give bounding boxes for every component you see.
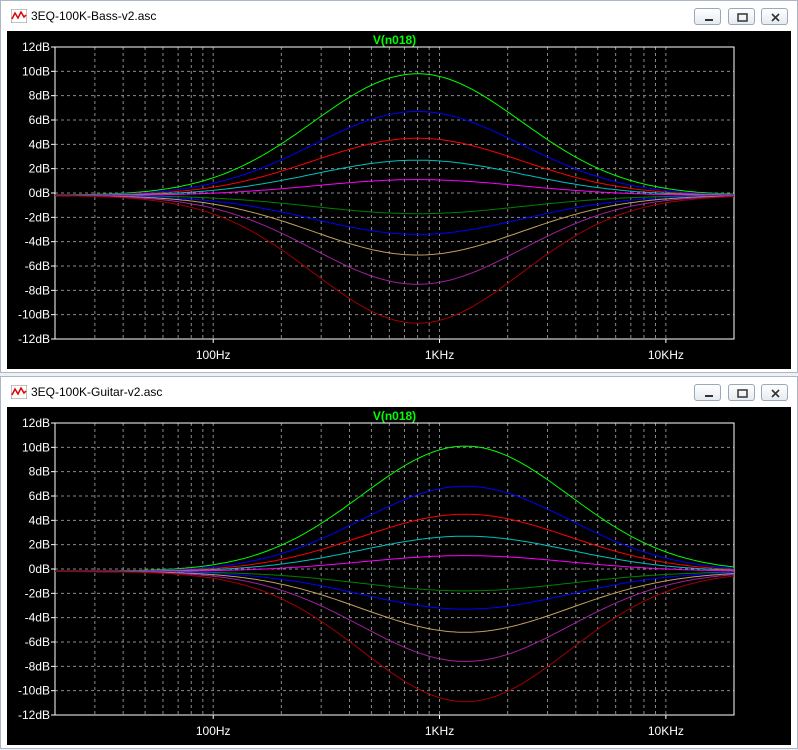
chart-title: V(n018) [373, 409, 416, 423]
x-tick-label: 100Hz [196, 348, 231, 362]
x-tick-label: 100Hz [196, 724, 231, 738]
frequency-response-chart: V(n018) 12dB 10dB 8dB 6dB 4dB 2dB 0dB -2dB -4dB -6… [18, 33, 735, 362]
series-line [54, 195, 735, 324]
restore-button[interactable] [728, 8, 755, 25]
series-line [55, 137, 735, 196]
y-tick-label: -6dB [25, 259, 50, 273]
series-line [55, 535, 735, 572]
series-line [54, 195, 735, 285]
chart-title: V(n018) [373, 33, 416, 47]
y-tick-label: 8dB [29, 465, 50, 479]
y-tick-label: 0dB [29, 562, 50, 576]
y-tick-label: -4dB [25, 235, 50, 249]
y-tick-label: -2dB [25, 210, 50, 224]
waveform-icon [11, 385, 27, 399]
y-tick-label: 2dB [29, 538, 50, 552]
y-tick-label: 6dB [29, 489, 50, 503]
y-tick-label: 10dB [22, 440, 50, 454]
series-line [55, 571, 735, 703]
y-tick-label: -8dB [25, 283, 50, 297]
close-button[interactable] [761, 8, 788, 25]
series-line [55, 571, 735, 663]
window-title: 3EQ-100K-Guitar-v2.asc [31, 385, 163, 399]
y-tick-label: -12dB [18, 332, 50, 346]
y-tick-label: 0dB [29, 186, 50, 200]
y-tick-label: 8dB [29, 89, 50, 103]
series-line [55, 195, 735, 256]
series-line [55, 445, 735, 572]
close-icon [771, 13, 780, 22]
restore-button[interactable] [728, 384, 755, 401]
y-tick-label: -4dB [25, 611, 50, 625]
minimize-icon [705, 19, 713, 21]
x-tick-label: 1KHz [425, 724, 454, 738]
y-tick-label: -8dB [25, 659, 50, 673]
y-tick-label: -6dB [25, 635, 50, 649]
y-tick-label: -10dB [18, 684, 50, 698]
restore-icon [737, 389, 748, 398]
y-tick-label: 12dB [22, 40, 50, 54]
waveform-icon [11, 9, 27, 23]
series-line [54, 73, 735, 196]
y-tick-label: -10dB [18, 308, 50, 322]
plot-window-bass[interactable]: 3EQ-100K-Bass-v2.asc V(n018) 12dB 10dB 8dB 6… [0, 0, 798, 373]
series-line [55, 111, 735, 196]
minimize-icon [705, 395, 713, 397]
y-tick-label: -12dB [18, 708, 50, 722]
minimize-button[interactable] [694, 384, 721, 401]
y-tick-label: 6dB [29, 113, 50, 127]
minimize-button[interactable] [694, 8, 721, 25]
y-tick-label: 10dB [22, 64, 50, 78]
series-line [55, 513, 735, 572]
y-tick-label: 4dB [29, 513, 50, 527]
y-tick-label: 4dB [29, 137, 50, 151]
y-tick-label: -2dB [25, 586, 50, 600]
x-tick-label: 1KHz [425, 348, 454, 362]
grid [54, 423, 735, 715]
window-titlebar[interactable]: 3EQ-100K-Bass-v2.asc [1, 1, 797, 31]
y-tick-label: 2dB [29, 162, 50, 176]
window-titlebar[interactable]: 3EQ-100K-Guitar-v2.asc [1, 377, 797, 407]
close-icon [771, 389, 780, 398]
frequency-response-chart: V(n018) 12dB 10dB 8dB 6dB 4dB 2dB 0dB -2dB -4dB -6… [18, 409, 735, 738]
x-tick-label: 10KHz [648, 724, 684, 738]
window-title: 3EQ-100K-Bass-v2.asc [31, 9, 157, 23]
plot-window-guitar[interactable]: 3EQ-100K-Guitar-v2.asc V(n018) 12dB 10dB 8d… [0, 376, 798, 749]
y-tick-label: 12dB [22, 416, 50, 430]
plot-area[interactable]: V(n018) 12dB 10dB 8dB 6dB 4dB 2dB 0dB -2dB -4dB -6… [7, 31, 791, 369]
plot-area[interactable]: V(n018) 12dB 10dB 8dB 6dB 4dB 2dB 0dB -2dB -4dB -6… [7, 407, 791, 745]
close-button[interactable] [761, 384, 788, 401]
x-tick-label: 10KHz [648, 348, 684, 362]
restore-icon [737, 13, 748, 22]
series-line [55, 571, 735, 633]
